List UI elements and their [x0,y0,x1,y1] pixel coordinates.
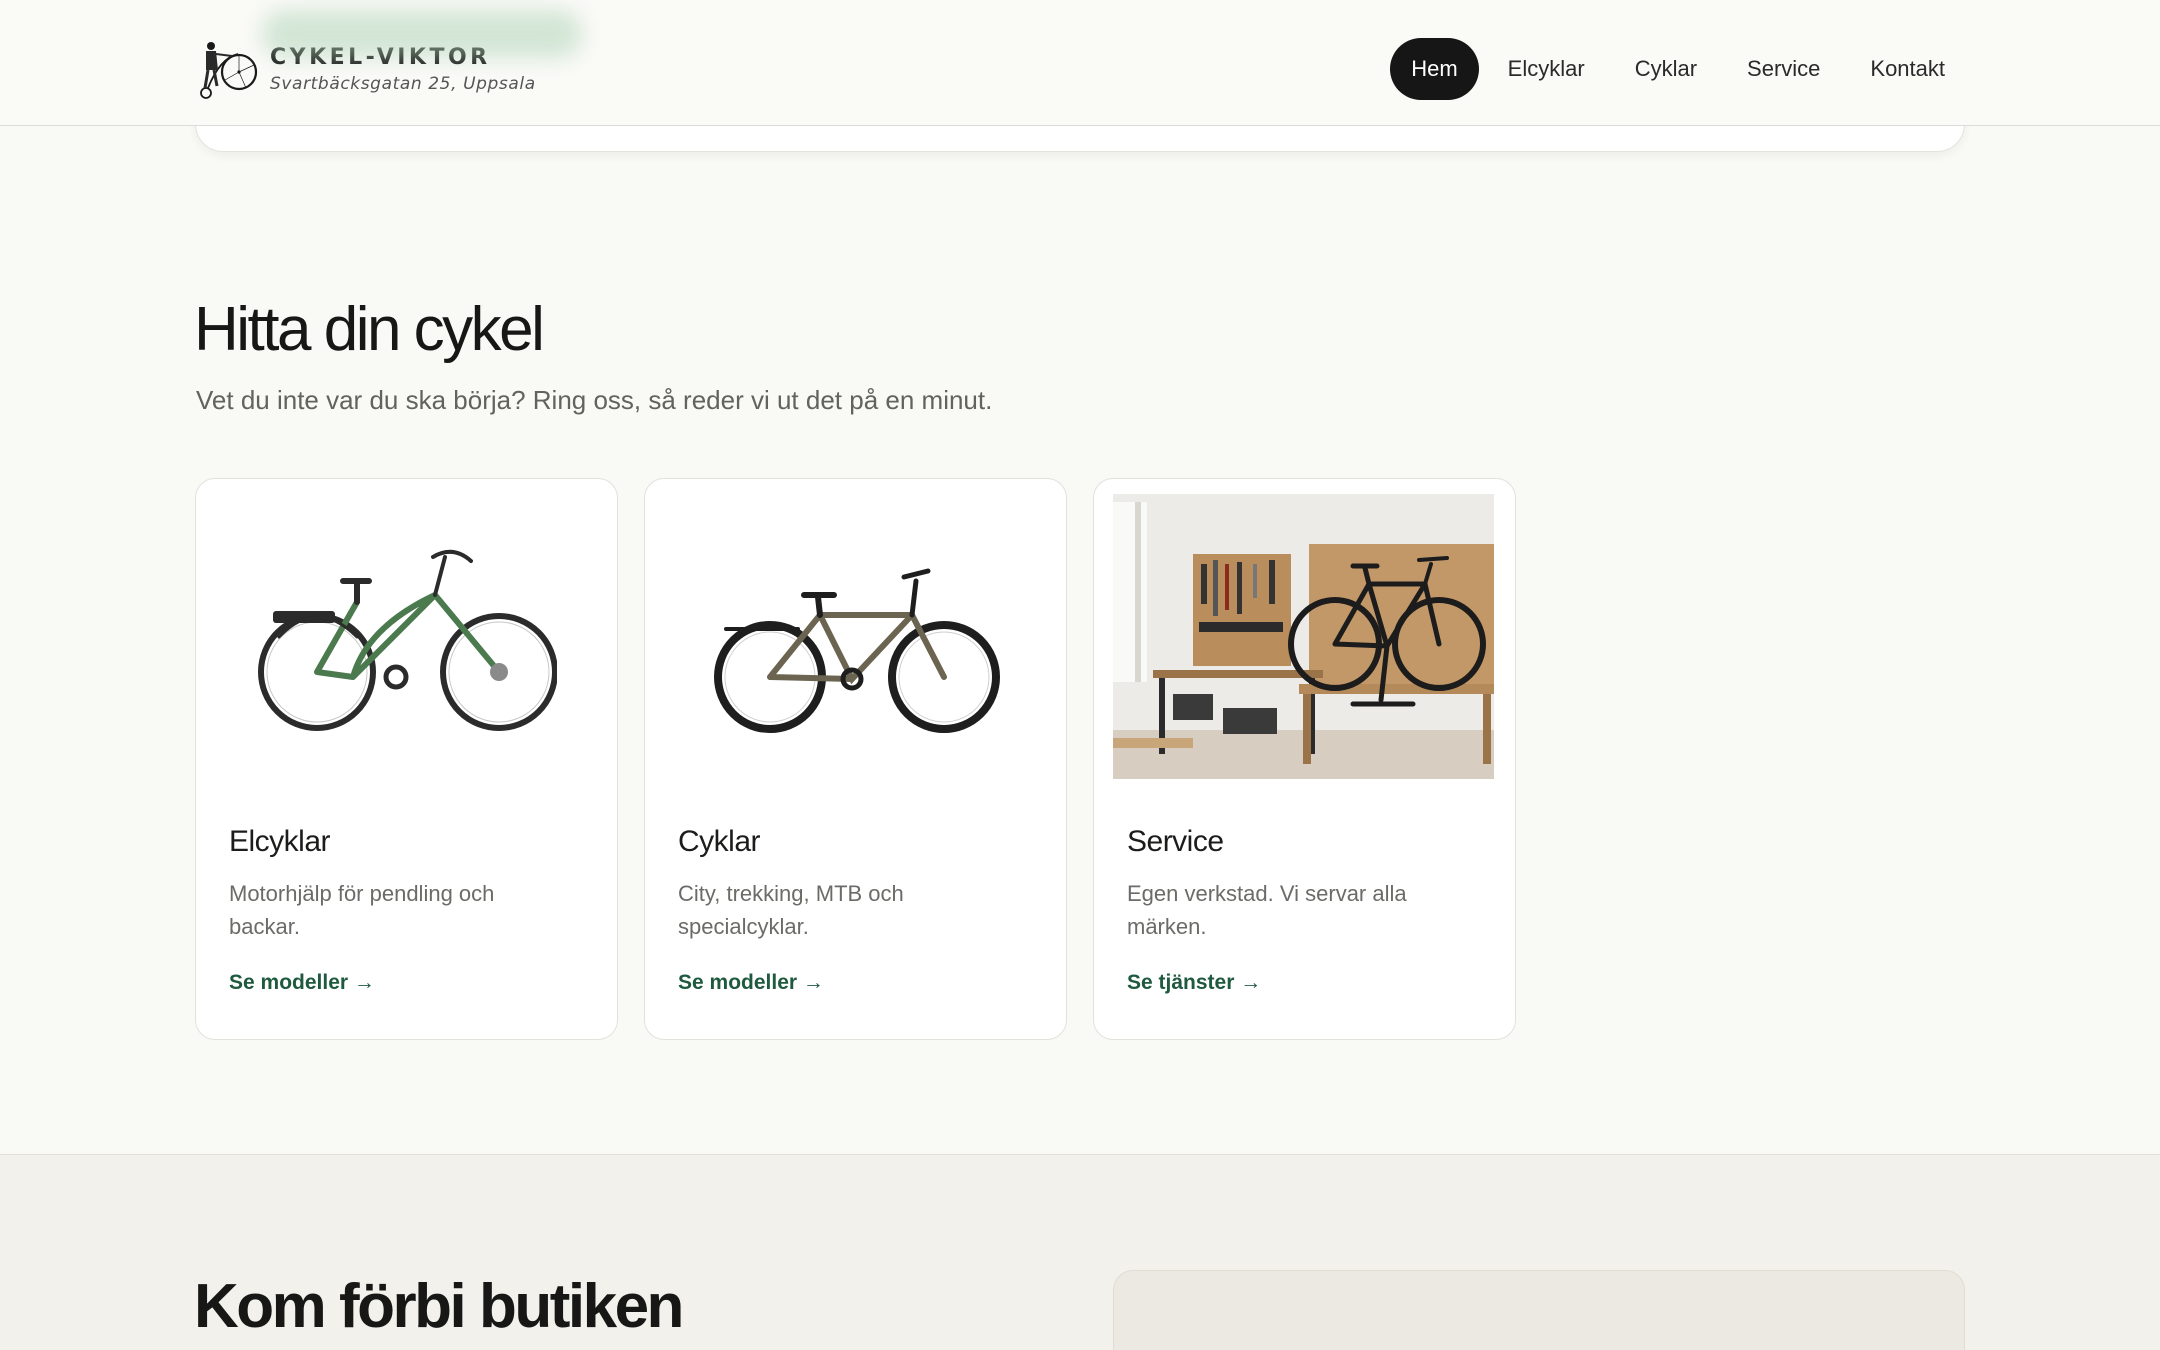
nav-item-service[interactable]: Service [1726,38,1841,100]
card-service[interactable]: Service Egen verkstad. Vi servar alla mä… [1093,478,1516,1040]
main-nav: Hem Elcyklar Cyklar Service Kontakt [1390,38,1966,100]
nav-item-kontakt[interactable]: Kontakt [1849,38,1966,100]
workshop-photo [1113,494,1494,779]
visit-title: Kom förbi butiken [194,1272,684,1341]
card-description: Motorhjälp för pendling och backar. [229,881,495,939]
see-models-link[interactable]: Se modeller → [678,971,824,995]
see-models-link[interactable]: Se modeller → [229,971,375,995]
nav-item-hem[interactable]: Hem [1390,38,1479,100]
penny-farthing-rider-icon [200,42,258,99]
card-description: City, trekking, MTB och specialcyklar. [678,881,904,939]
map-panel [1113,1270,1965,1350]
city-bike-icon [713,568,1000,733]
visit-section: Kom förbi butiken [0,1154,2160,1350]
brand-address: Svartbäcksgatan 25, Uppsala [270,74,536,94]
card-cyklar[interactable]: Cyklar City, trekking, MTB och specialcy… [644,478,1067,1040]
card-title: Elcyklar [229,825,331,858]
find-bike-title: Hitta din cykel [194,295,545,364]
card-image [216,495,597,779]
see-services-link[interactable]: Se tjänster → [1127,971,1261,995]
green-e-bike-icon [257,549,557,731]
card-image [665,495,1046,779]
find-bike-subtitle: Vet du inte var du ska börja? Ring oss, … [196,385,993,415]
card-title: Service [1127,825,1224,858]
card-title: Cyklar [678,825,761,858]
card-elcyklar[interactable]: Elcyklar Motorhjälp för pendling och bac… [195,478,618,1040]
nav-item-cyklar[interactable]: Cyklar [1614,38,1718,100]
hero-highlight [262,10,582,58]
card-description: Egen verkstad. Vi servar alla märken. [1127,881,1407,939]
card-image [1113,494,1494,779]
nav-item-elcyklar[interactable]: Elcyklar [1487,38,1606,100]
